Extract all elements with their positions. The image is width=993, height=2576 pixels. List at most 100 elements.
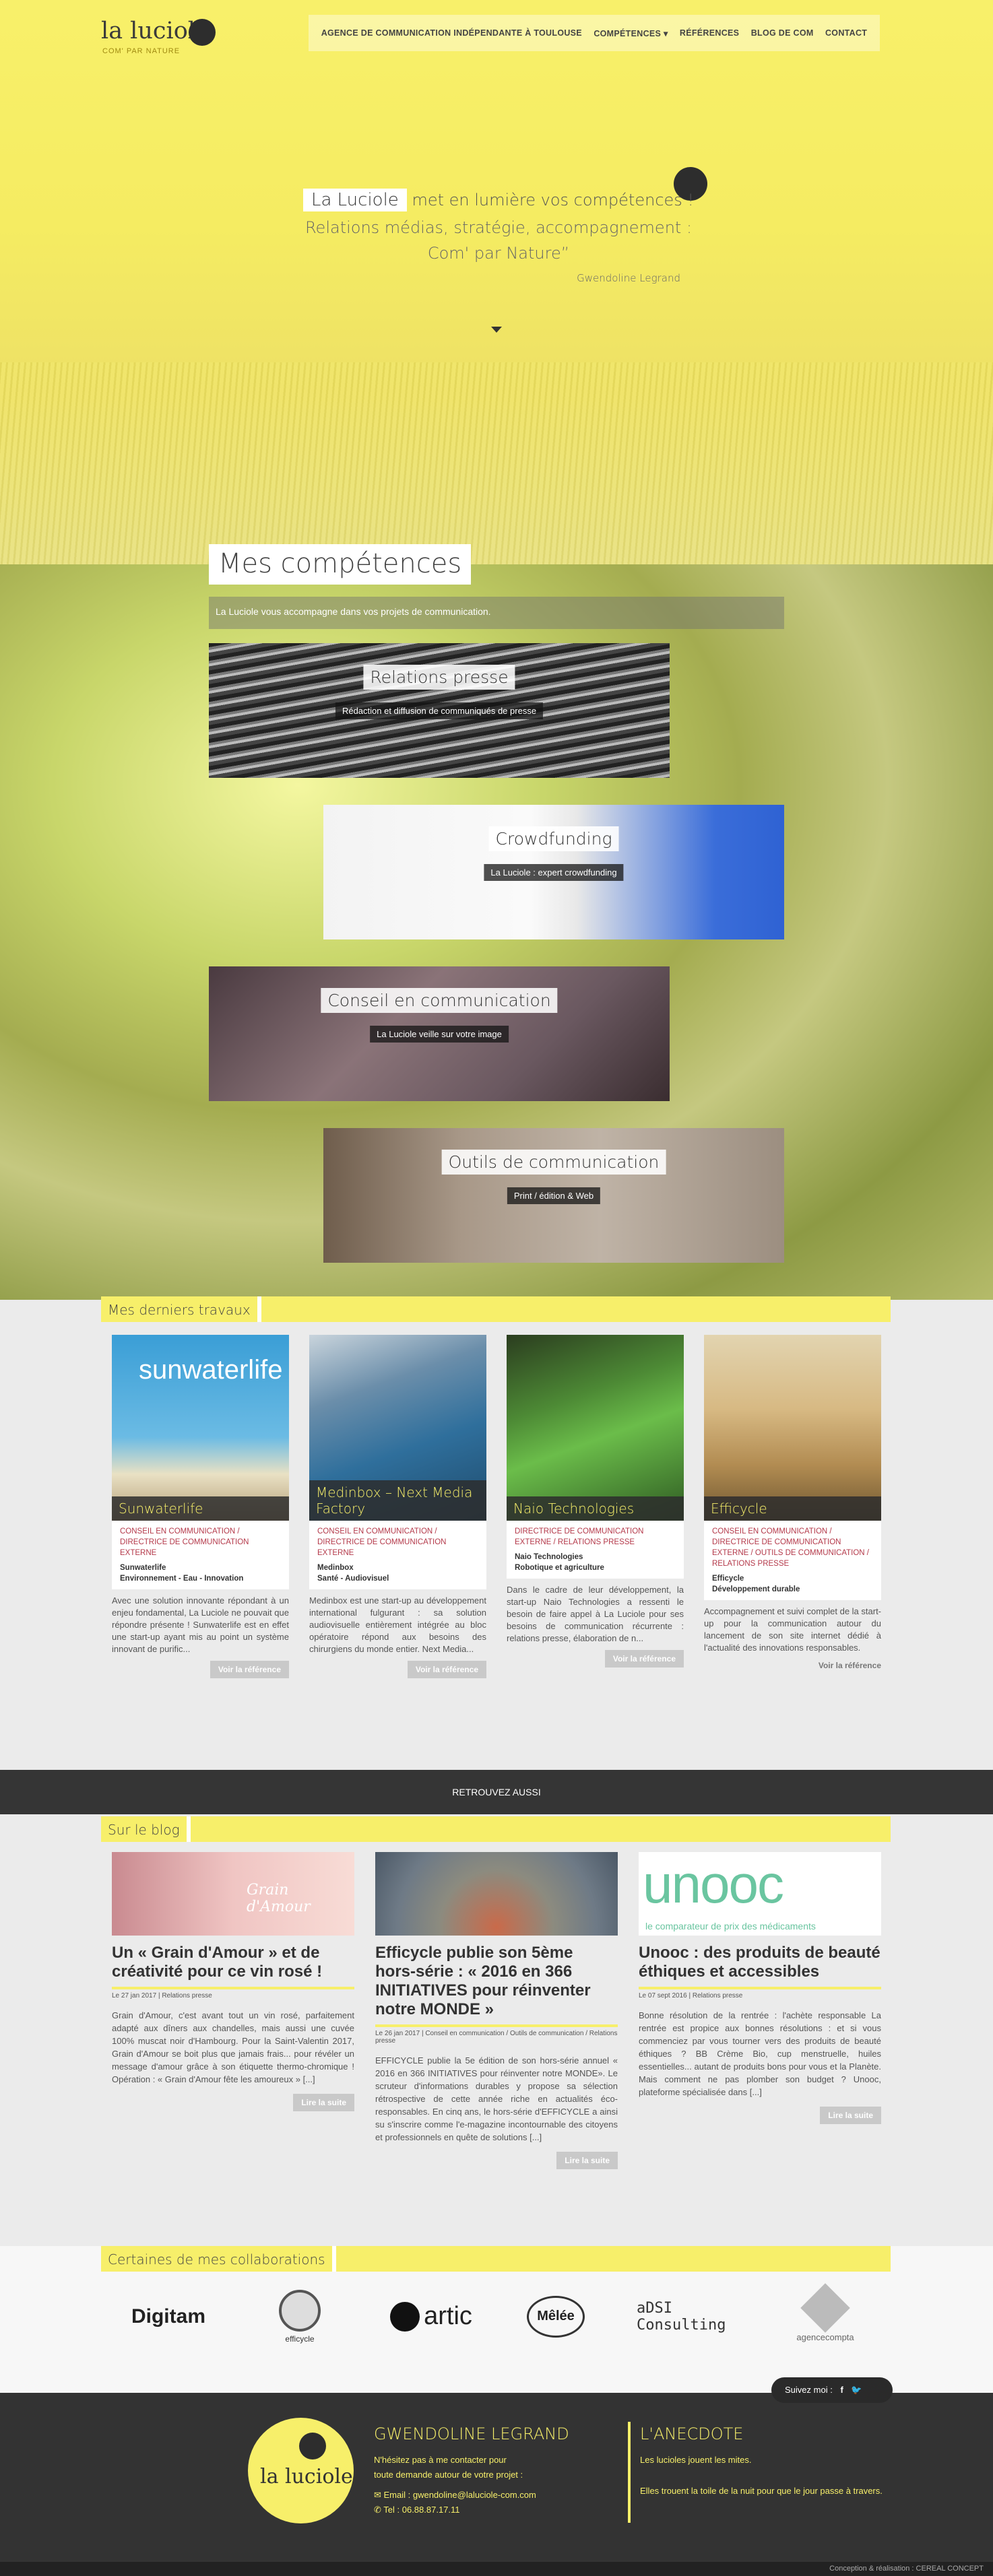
- work-thumbnail[interactable]: Efficycle: [704, 1335, 881, 1521]
- collab-label-bar: Certaines de mes collaborations: [101, 2246, 891, 2272]
- footer-contact: GWENDOLINE LEGRAND N'hésitez pas à me co…: [374, 2424, 603, 2517]
- post-image[interactable]: Grain d'Amour: [112, 1852, 354, 1936]
- blog-title: Sur le blog: [101, 1816, 191, 1842]
- work-client: Naio Technologies: [515, 1553, 583, 1561]
- work-category[interactable]: DIRECTRICE DE COMMUNICATION EXTERNE / RE…: [515, 1526, 676, 1548]
- work-meta: DIRECTRICE DE COMMUNICATION EXTERNE / RE…: [507, 1521, 684, 1579]
- nav-blog[interactable]: BLOG DE COM: [751, 28, 814, 38]
- work-title[interactable]: Sunwaterlife: [112, 1496, 289, 1521]
- footer-anecdote: L'ANECDOTE Les lucioles jouent les mites…: [640, 2424, 883, 2499]
- hero-brand: La Luciole: [302, 189, 407, 211]
- logo-artic[interactable]: artic: [387, 2284, 475, 2348]
- card-title: Crowdfunding: [488, 826, 619, 851]
- footer-tel[interactable]: Tel : 06.88.87.17.11: [383, 2505, 459, 2515]
- post-image[interactable]: unooc le comparateur de prix des médicam…: [639, 1852, 881, 1936]
- post-title[interactable]: Unooc : des produits de beauté éthiques …: [639, 1944, 881, 1981]
- work-description: Medinbox est une start-up au développeme…: [309, 1595, 486, 1654]
- post-image-subtext: le comparateur de prix des médicaments: [645, 1921, 816, 1931]
- logo-melee[interactable]: Mêlée: [519, 2284, 593, 2348]
- card-subtitle: Rédaction et diffusion de communiqués de…: [335, 702, 544, 719]
- voir-reference-link[interactable]: Voir la référence: [819, 1661, 881, 1670]
- anecdote-line1: Les lucioles jouent les mites.: [640, 2455, 752, 2465]
- competence-card-conseil[interactable]: Conseil en communication La Luciole veil…: [209, 966, 670, 1101]
- post-excerpt: EFFICYCLE publie la 5e édition de son ho…: [375, 2055, 618, 2142]
- competence-card-outils[interactable]: Outils de communication Print / édition …: [323, 1128, 784, 1263]
- work-sector: Robotique et agriculture: [515, 1564, 604, 1572]
- nav-references[interactable]: RÉFÉRENCES: [680, 28, 739, 38]
- lire-suite-button[interactable]: Lire la suite: [293, 2094, 354, 2111]
- collab-title: Certaines de mes collaborations: [101, 2246, 336, 2272]
- work-meta: CONSEIL EN COMMUNICATION / DIRECTRICE DE…: [309, 1521, 486, 1589]
- post-excerpt: Bonne résolution de la rentrée : l'achèt…: [639, 2010, 881, 2097]
- credit-bar[interactable]: Conception & réalisation : CEREAL CONCEP…: [0, 2562, 993, 2576]
- facebook-icon[interactable]: f: [840, 2385, 843, 2395]
- work-title[interactable]: Naio Technologies: [507, 1496, 684, 1521]
- work-title[interactable]: Efficycle: [704, 1496, 881, 1521]
- work-category[interactable]: CONSEIL EN COMMUNICATION / DIRECTRICE DE…: [712, 1526, 873, 1569]
- twitter-icon[interactable]: 🐦: [851, 2385, 862, 2395]
- logo-agencecompta[interactable]: agencecompta: [788, 2283, 862, 2348]
- hero-line3: Com' par Nature: [427, 244, 561, 263]
- post-meta: Le 27 jan 2017 | Relations presse: [112, 1987, 354, 2000]
- card-title: Outils de communication: [441, 1150, 666, 1175]
- nav-contact[interactable]: CONTACT: [825, 28, 867, 38]
- footer-logo[interactable]: la luciole: [248, 2418, 354, 2523]
- lire-suite-button[interactable]: Lire la suite: [820, 2107, 881, 2124]
- mail-icon: ✉: [374, 2490, 384, 2500]
- work-thumbnail[interactable]: sunwaterlife Sunwaterlife: [112, 1335, 289, 1521]
- work-thumbnail[interactable]: Naio Technologies: [507, 1335, 684, 1521]
- footer-name: GWENDOLINE LEGRAND: [374, 2424, 569, 2443]
- blog-post: unooc le comparateur de prix des médicam…: [639, 1852, 881, 2124]
- quote-close-mark: ”: [560, 244, 570, 263]
- travaux-title: Mes derniers travaux: [101, 1296, 261, 1322]
- follow-badge: Suivez moi : f 🐦: [771, 2377, 893, 2403]
- blog-post: Grain d'Amour Un « Grain d'Amour » et de…: [112, 1852, 354, 2111]
- logo-adsi[interactable]: aDSI Consulting: [637, 2284, 744, 2348]
- post-image[interactable]: [375, 1852, 618, 1936]
- footer-email[interactable]: Email : gwendoline@laluciole-com.com: [384, 2490, 536, 2500]
- hero-line2: Relations médias, stratégie, accompagnem…: [305, 218, 693, 237]
- work-thumbnail[interactable]: Medinbox – Next Media Factory: [309, 1335, 486, 1521]
- card-subtitle: La Luciole : expert crowdfunding: [484, 864, 624, 881]
- site-logo[interactable]: la luciole COM' PAR NATURE: [101, 18, 236, 58]
- competence-card-crowdfunding[interactable]: Crowdfunding La Luciole : expert crowdfu…: [323, 805, 784, 939]
- card-subtitle: La Luciole veille sur votre image: [370, 1026, 509, 1043]
- firefly-icon: [299, 2433, 326, 2459]
- work-client: Medinbox: [317, 1564, 354, 1572]
- hero-author: Gwendoline Legrand: [577, 272, 680, 284]
- competence-card-relations-presse[interactable]: Relations presse Rédaction et diffusion …: [209, 643, 670, 778]
- voir-reference-button[interactable]: Voir la référence: [407, 1661, 486, 1678]
- blog-label-bar: Sur le blog: [101, 1816, 891, 1842]
- cube-icon: [800, 2283, 850, 2333]
- card-subtitle: Print / édition & Web: [507, 1187, 601, 1204]
- work-meta: CONSEIL EN COMMUNICATION / DIRECTRICE DE…: [112, 1521, 289, 1589]
- post-title[interactable]: Un « Grain d'Amour » et de créativité po…: [112, 1944, 354, 1981]
- hero-grass-background: [0, 362, 993, 564]
- anecdote-line2: Elles trouent la toile de la nuit pour q…: [640, 2486, 883, 2496]
- logo-digitam[interactable]: Digitam: [115, 2284, 222, 2348]
- work-category[interactable]: CONSEIL EN COMMUNICATION / DIRECTRICE DE…: [120, 1526, 281, 1558]
- voir-reference-button[interactable]: Voir la référence: [604, 1650, 684, 1667]
- travaux-label-bar: Mes derniers travaux: [101, 1296, 891, 1322]
- competences-subtitle: La Luciole vous accompagne dans vos proj…: [209, 597, 784, 629]
- scroll-down-icon[interactable]: [491, 327, 502, 333]
- hero-line1: met en lumière vos compétences !: [412, 191, 695, 209]
- card-title: Conseil en communication: [321, 988, 558, 1013]
- retrouvez-banner: RETROUVEZ AUSSI: [0, 1770, 993, 1814]
- work-description: Avec une solution innovante répondant à …: [112, 1595, 289, 1654]
- work-item: Efficycle CONSEIL EN COMMUNICATION / DIR…: [704, 1335, 881, 1672]
- post-title[interactable]: Efficycle publie son 5ème hors-série : «…: [375, 1944, 618, 2019]
- work-category[interactable]: CONSEIL EN COMMUNICATION / DIRECTRICE DE…: [317, 1526, 478, 1558]
- work-title[interactable]: Medinbox – Next Media Factory: [309, 1480, 486, 1521]
- voir-reference-button[interactable]: Voir la référence: [210, 1661, 289, 1678]
- nav-competences[interactable]: COMPÉTENCES ▾: [594, 28, 668, 38]
- firefly-icon: [189, 19, 216, 46]
- work-client: Efficycle: [712, 1575, 744, 1583]
- lire-suite-button[interactable]: Lire la suite: [556, 2152, 618, 2169]
- nav-agence[interactable]: AGENCE DE COMMUNICATION INDÉPENDANTE À T…: [321, 28, 582, 38]
- post-excerpt: Grain d'Amour, c'est avant tout un vin r…: [112, 2010, 354, 2084]
- logo-efficycle[interactable]: efficycle: [259, 2284, 340, 2348]
- phone-icon: ✆: [374, 2505, 384, 2515]
- work-item: Naio Technologies DIRECTRICE DE COMMUNIC…: [507, 1335, 684, 1667]
- logo-tagline: COM' PAR NATURE: [102, 47, 181, 55]
